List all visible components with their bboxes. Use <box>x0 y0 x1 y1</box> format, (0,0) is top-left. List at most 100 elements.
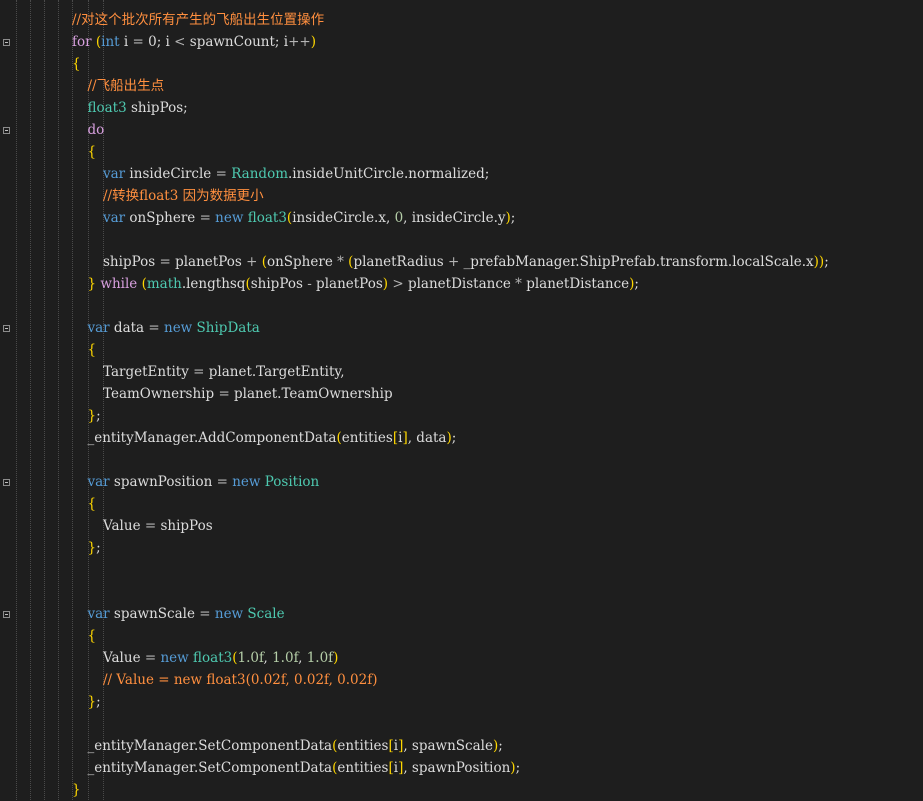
code-token: var <box>87 474 110 490</box>
code-line[interactable]: { <box>88 141 97 163</box>
code-token: int <box>101 34 120 50</box>
code-token: shipPos <box>103 254 160 270</box>
code-token: spawnPosition <box>109 474 217 490</box>
code-token: { <box>72 56 81 72</box>
code-line[interactable]: do <box>88 119 105 141</box>
code-token: float3 <box>247 210 287 226</box>
code-line[interactable]: var spawnPosition = new Position <box>88 471 320 493</box>
code-token: = <box>218 386 230 402</box>
code-token: ; <box>96 694 101 710</box>
code-token: ++ <box>288 34 311 50</box>
code-token: TargetEntity <box>103 364 194 380</box>
code-token: = <box>159 254 171 270</box>
code-token: , insideCircle.y <box>403 210 506 226</box>
code-line[interactable]: var data = new ShipData <box>88 317 260 339</box>
code-token: var <box>87 606 110 622</box>
code-token: ; <box>824 254 829 270</box>
folding-gutter <box>0 0 14 800</box>
code-token: } <box>72 782 81 798</box>
code-token: float3 <box>193 650 233 666</box>
code-token: ) <box>310 34 316 50</box>
code-line[interactable]: TargetEntity = planet.TargetEntity, <box>103 361 345 383</box>
code-line[interactable]: _entityManager.SetComponentData(entities… <box>88 735 503 757</box>
code-token: = <box>132 34 144 50</box>
code-token: Value <box>103 518 145 534</box>
code-token: = <box>193 364 205 380</box>
code-line[interactable]: } while (math.lengthsq(shipPos - planetP… <box>88 273 639 295</box>
code-token: new <box>164 320 193 336</box>
code-token: = <box>199 210 211 226</box>
code-token: new <box>232 474 261 490</box>
code-token: Position <box>264 474 320 490</box>
code-line[interactable]: float3 shipPos; <box>88 97 188 119</box>
code-line[interactable]: //转换float3 因为数据更小 <box>103 185 264 207</box>
code-token: //飞船出生点 <box>87 78 165 94</box>
code-token: ; <box>634 276 639 292</box>
code-token: = <box>148 320 160 336</box>
code-token: ShipData <box>196 320 260 336</box>
code-editor[interactable]: //对这个批次所有产生的飞船出生位置操作 for (int i = 0; i < … <box>0 0 923 800</box>
code-line[interactable]: { <box>88 493 97 515</box>
code-token: math <box>146 276 182 292</box>
code-token: i <box>119 34 133 50</box>
code-token: //转换float3 因为数据更小 <box>103 188 264 204</box>
code-line[interactable]: { <box>88 625 97 647</box>
code-line[interactable]: { <box>88 339 97 361</box>
code-token: , spawnPosition <box>403 760 511 776</box>
code-token: for <box>72 34 96 50</box>
code-token: planetDistance <box>521 276 630 292</box>
code-token: ; <box>510 210 516 226</box>
indent-guide <box>44 0 45 800</box>
collapse-icon[interactable] <box>3 479 10 486</box>
code-token: Random <box>231 166 288 182</box>
code-token: while <box>100 276 138 292</box>
code-line[interactable]: Value = shipPos <box>103 515 213 537</box>
code-line[interactable]: Value = new float3(1.0f, 1.0f, 1.0f) <box>103 647 338 669</box>
collapse-icon[interactable] <box>3 325 10 332</box>
code-line[interactable]: var spawnScale = new Scale <box>88 603 285 625</box>
code-token: onSphere <box>125 210 200 226</box>
code-line[interactable]: _entityManager.AddComponentData(entities… <box>88 427 457 449</box>
code-line[interactable]: }; <box>88 537 101 559</box>
code-token: .insideUnitCircle.normalized; <box>288 166 490 182</box>
code-line[interactable]: shipPos = planetPos + (onSphere * (plane… <box>103 251 829 273</box>
code-line[interactable]: }; <box>88 691 101 713</box>
code-token: 1.0f <box>272 650 299 666</box>
code-token: = <box>199 606 211 622</box>
code-line[interactable]: { <box>72 53 81 75</box>
indent-guide <box>30 0 31 800</box>
code-token: , data <box>407 430 447 446</box>
collapse-icon[interactable] <box>3 39 10 46</box>
code-line[interactable]: // Value = new float3(0.02f, 0.02f, 0.02… <box>103 669 377 691</box>
code-token: planetDistance <box>403 276 516 292</box>
code-token: } <box>87 694 97 710</box>
code-line[interactable]: //对这个批次所有产生的飞船出生位置操作 <box>72 9 324 31</box>
code-line[interactable]: //飞船出生点 <box>88 75 165 97</box>
collapse-icon[interactable] <box>3 127 10 134</box>
code-token: , <box>263 650 273 666</box>
code-token: entities <box>337 760 389 776</box>
code-line[interactable]: TeamOwnership = planet.TeamOwnership <box>103 383 393 405</box>
code-token: ; <box>451 430 457 446</box>
code-token: _entityManager.SetComponentData <box>87 738 333 754</box>
code-line[interactable]: var insideCircle = Random.insideUnitCirc… <box>103 163 489 185</box>
code-token: < <box>174 34 186 50</box>
code-line[interactable]: }; <box>88 405 101 427</box>
code-line[interactable]: _entityManager.SetComponentData(entities… <box>88 757 521 779</box>
code-token: + <box>246 254 258 270</box>
code-token: ) <box>333 650 339 666</box>
code-token: insideCircle <box>125 166 216 182</box>
code-token: shipPos; <box>126 100 188 116</box>
code-token: 0; i <box>143 34 175 50</box>
code-token: + <box>447 254 460 270</box>
code-line[interactable]: var onSphere = new float3(insideCircle.x… <box>103 207 515 229</box>
code-line[interactable]: } <box>72 779 81 801</box>
code-line[interactable]: for (int i = 0; i < spawnCount; i++) <box>72 31 316 53</box>
code-token: Scale <box>247 606 285 622</box>
code-token: planetPos <box>311 276 383 292</box>
code-token: new <box>215 210 244 226</box>
code-token: planetRadius <box>353 254 448 270</box>
code-token: 1.0f <box>237 650 264 666</box>
code-token: } <box>87 276 97 292</box>
collapse-icon[interactable] <box>3 611 10 618</box>
